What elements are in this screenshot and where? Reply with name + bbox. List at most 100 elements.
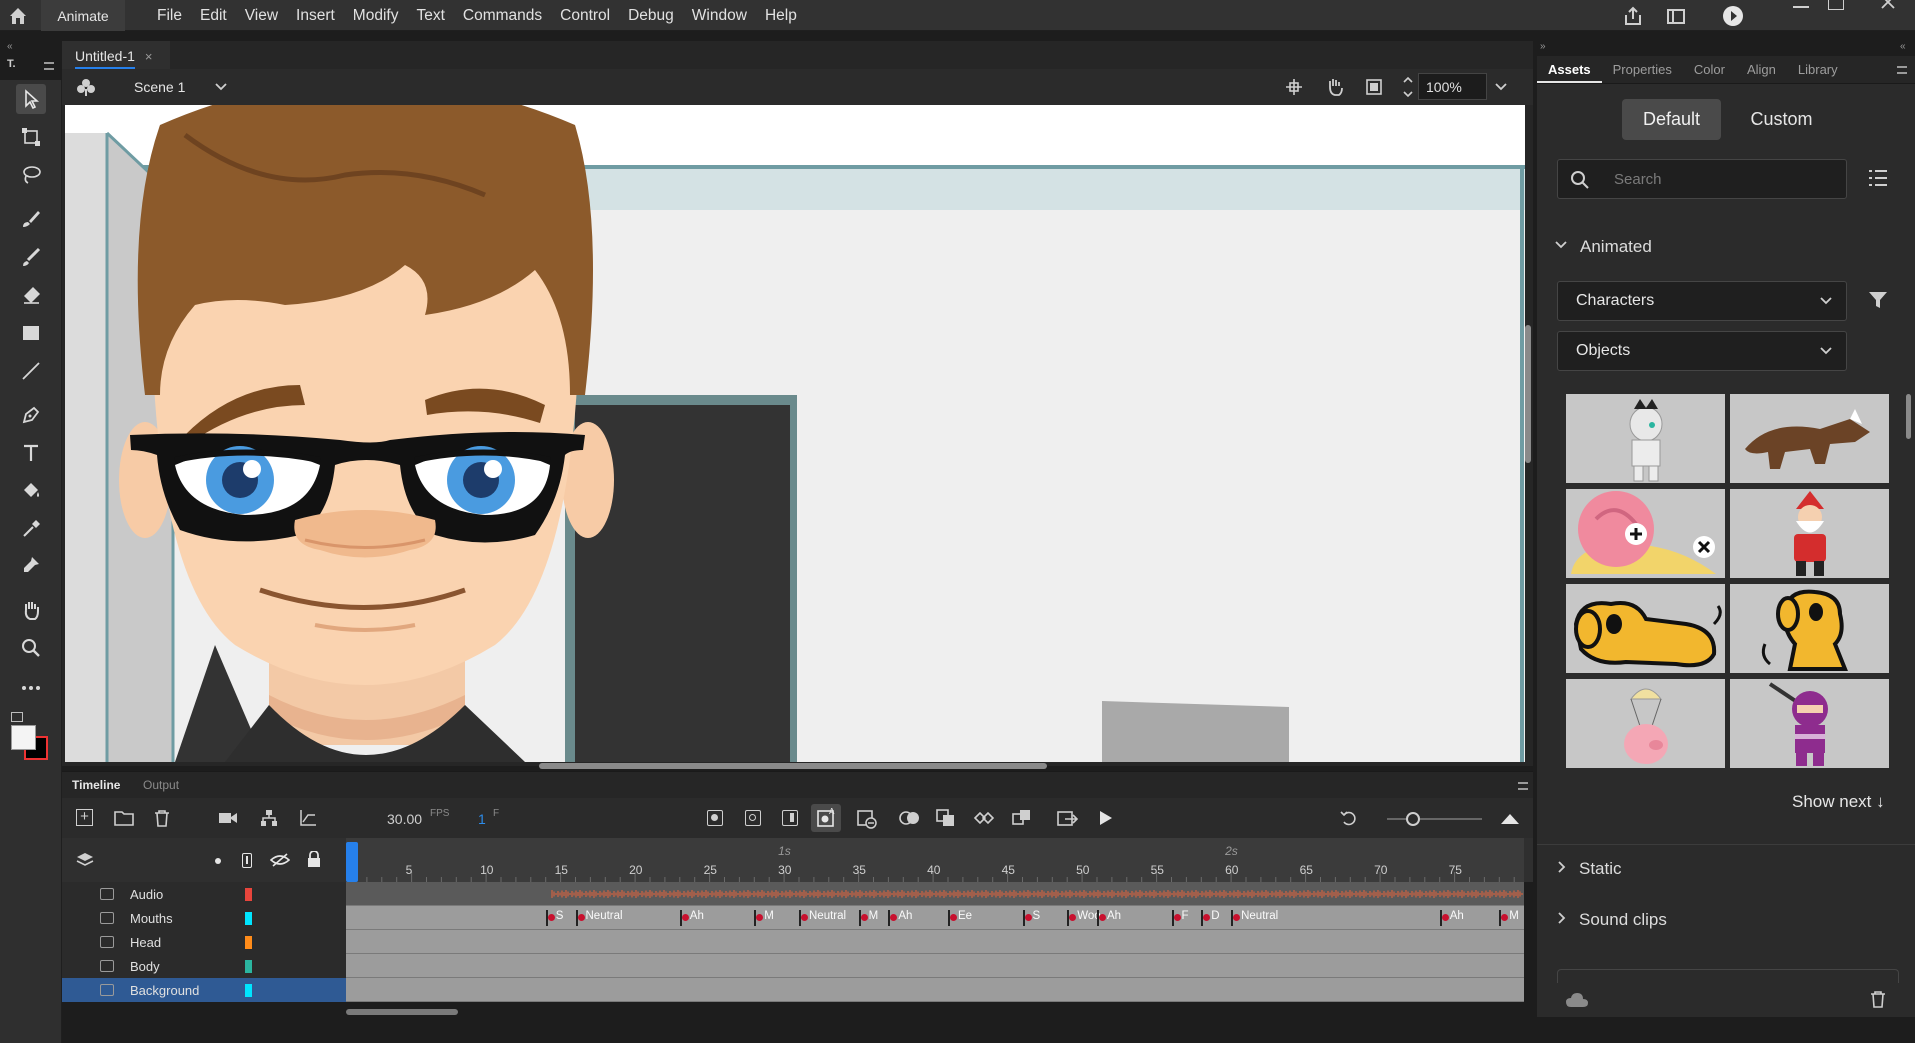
graph-icon[interactable] (299, 809, 317, 827)
tab-output[interactable]: Output (143, 778, 179, 792)
parenting-icon[interactable] (260, 809, 278, 827)
free-transform-tool-icon[interactable] (16, 122, 46, 152)
layer-color[interactable] (245, 984, 252, 997)
asset-thumb-dog-lying[interactable] (1566, 584, 1725, 673)
menu-text[interactable]: Text (407, 0, 453, 31)
keyframe-dot[interactable] (890, 914, 898, 921)
panel-expand-icon[interactable]: « (1900, 41, 1906, 52)
current-frame[interactable]: 1 (478, 811, 486, 827)
tools-collapse-icon[interactable]: « (7, 41, 13, 52)
layer-name[interactable]: Body (130, 959, 160, 974)
auto-keyframe-icon[interactable]: A (811, 804, 841, 832)
layer-color[interactable] (245, 888, 252, 901)
lock-layers-icon[interactable] (307, 851, 321, 868)
menu-view[interactable]: View (236, 0, 287, 31)
category-dropdown[interactable]: Characters (1557, 281, 1847, 321)
assets-vertical-scrollbar[interactable] (1906, 394, 1911, 439)
onion-skin-icon[interactable] (898, 810, 922, 826)
menu-file[interactable]: File (148, 0, 191, 31)
scene-name[interactable]: Scene 1 (134, 79, 185, 95)
layer-row-audio[interactable]: Audio (62, 882, 346, 906)
layer-row-body[interactable]: Body (62, 954, 346, 978)
zoom-dropdown-icon[interactable] (1494, 80, 1508, 94)
frame-grid[interactable]: S Neutral Ah M Neutral M Ah Ee S Woo Ah F D Neutral Ah… (346, 882, 1524, 1002)
asset-thumb-dog-sitting[interactable] (1730, 584, 1889, 673)
minimize-icon[interactable] (1793, 6, 1809, 8)
layers-icon[interactable] (76, 851, 94, 869)
text-tool-icon[interactable] (16, 438, 46, 468)
document-tab[interactable]: Untitled-1 × (62, 41, 170, 69)
home-icon[interactable] (8, 6, 28, 26)
insert-frame-icon[interactable] (782, 810, 798, 826)
rotate-stage-icon[interactable] (1324, 77, 1346, 97)
keyframe-dot[interactable] (547, 914, 555, 921)
insert-keyframe-icon[interactable] (707, 810, 723, 826)
play-icon[interactable] (1098, 809, 1114, 827)
layer-name[interactable]: Mouths (130, 911, 173, 926)
panel-menu-icon[interactable] (1897, 66, 1907, 74)
tab-assets[interactable]: Assets (1537, 56, 1602, 83)
timeline-zoom-slider-thumb[interactable] (1406, 812, 1420, 826)
frame-ruler[interactable]: 5 10 15 20 25 30 35 40 45 50 55 60 65 70 75 1s 2s (346, 838, 1524, 882)
asset-thumb-santa[interactable] (1730, 489, 1889, 578)
scene-icon[interactable] (76, 77, 96, 97)
panel-layout-icon[interactable] (1665, 5, 1687, 27)
highlight-layer-icon[interactable] (215, 858, 221, 864)
new-layer-icon[interactable]: + (76, 809, 93, 826)
delete-layer-icon[interactable] (154, 809, 170, 827)
tab-align[interactable]: Align (1736, 56, 1787, 83)
keyframe-dot[interactable] (681, 914, 689, 921)
menu-debug[interactable]: Debug (619, 0, 683, 31)
stage-horizontal-scrollbar[interactable] (539, 763, 1047, 769)
sound-clips-section-header[interactable]: Sound clips (1537, 899, 1915, 939)
menu-help[interactable]: Help (756, 0, 806, 31)
custom-toggle[interactable]: Custom (1732, 99, 1831, 140)
layer-row-background[interactable]: Background (62, 978, 346, 1002)
menu-modify[interactable]: Modify (344, 0, 408, 31)
asset-thumb-ninja[interactable] (1730, 679, 1889, 768)
expand-timeline-icon[interactable] (1499, 810, 1521, 826)
layer-name[interactable]: Audio (130, 887, 163, 902)
tab-timeline[interactable]: Timeline (72, 778, 120, 792)
stage-canvas[interactable] (65, 105, 1525, 762)
show-next-link[interactable]: Show next ↓ (1792, 792, 1885, 812)
clip-canvas-icon[interactable] (1364, 77, 1384, 97)
layer-name[interactable]: Head (130, 935, 161, 950)
frames-background[interactable] (346, 978, 1524, 1002)
asset-thumb-pig-parachute[interactable] (1566, 679, 1725, 768)
menu-insert[interactable]: Insert (287, 0, 344, 31)
keyframe-dot[interactable] (1099, 914, 1106, 921)
tab-properties[interactable]: Properties (1602, 56, 1683, 83)
delete-asset-icon[interactable] (1870, 990, 1886, 1008)
outline-layer-icon[interactable] (242, 853, 252, 868)
close-tab-icon[interactable]: × (145, 49, 153, 64)
timeline-horizontal-scrollbar[interactable] (346, 1009, 458, 1015)
menu-edit[interactable]: Edit (191, 0, 236, 31)
keyframe-dot[interactable] (1203, 914, 1211, 921)
animated-section-header[interactable]: Animated (1537, 226, 1915, 266)
paint-brush-tool-icon[interactable] (16, 204, 46, 234)
subcategory-dropdown[interactable]: Objects (1557, 331, 1847, 371)
insert-blank-keyframe-icon[interactable] (745, 810, 761, 826)
create-tween-icon[interactable] (973, 810, 995, 826)
brush-tool-icon[interactable] (16, 242, 46, 272)
share-icon[interactable] (1622, 5, 1644, 27)
timeline-zoom-slider[interactable] (1387, 818, 1482, 820)
reset-zoom-icon[interactable] (1340, 809, 1358, 827)
new-folder-icon[interactable] (114, 810, 134, 826)
camera-icon[interactable] (218, 811, 238, 825)
asset-thumb-wolf[interactable] (1730, 394, 1889, 483)
search-field[interactable]: Search (1557, 159, 1847, 199)
keyframe-dot[interactable] (756, 914, 764, 921)
rectangle-tool-icon[interactable] (16, 318, 46, 348)
asset-thumb-mummy[interactable] (1566, 394, 1725, 483)
restore-icon[interactable] (1828, 0, 1844, 10)
test-movie-icon[interactable] (1722, 5, 1744, 27)
frames-head[interactable] (346, 930, 1524, 954)
layer-color[interactable] (245, 912, 252, 925)
panel-collapse-icon[interactable]: » (1540, 41, 1546, 52)
keyframe-dot[interactable] (860, 914, 868, 921)
layer-row-mouths[interactable]: Mouths (62, 906, 346, 930)
fill-color-swatch[interactable] (11, 725, 36, 750)
keyframe-dot[interactable] (1024, 914, 1032, 921)
